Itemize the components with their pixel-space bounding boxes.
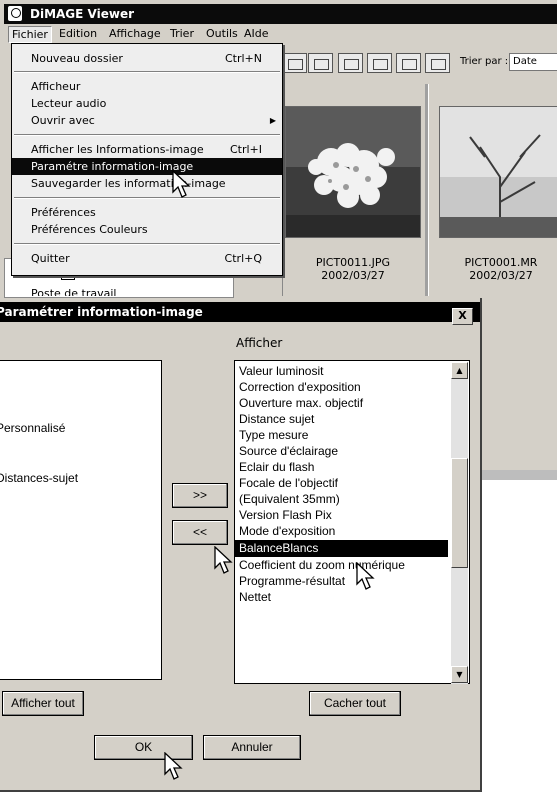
- list-item[interactable]: Personnalisé: [0, 419, 65, 437]
- menu-separator: [14, 134, 280, 136]
- list-scrollbar[interactable]: ▲ ▼: [451, 362, 468, 684]
- sort-label: Trier par :: [460, 56, 509, 67]
- app-icon: [8, 6, 22, 21]
- menu-item-shortcut: Ctrl+N: [224, 52, 262, 65]
- submenu-arrow-icon: ▶: [269, 116, 276, 125]
- menu-fichier[interactable]: Fichier: [8, 26, 52, 43]
- thumbnail-card[interactable]: PICT0001.MR 2002/03/27: [429, 84, 557, 296]
- list-item[interactable]: Programme-résultat: [239, 573, 345, 590]
- list-item[interactable]: Distance sujet: [239, 411, 314, 428]
- list-item[interactable]: Eclair du flash: [239, 459, 314, 476]
- hidden-items-list[interactable]: Personnalisé Distances-sujet: [0, 360, 162, 680]
- menu-item-label: Préférences Couleurs: [31, 223, 148, 236]
- app-title: DiMAGE Viewer: [30, 7, 134, 21]
- list-item[interactable]: (Equivalent 35mm): [239, 491, 340, 508]
- menu-item-label: Quitter: [31, 252, 70, 265]
- list-item[interactable]: Focale de l'objectif: [239, 475, 338, 492]
- list-item[interactable]: Type mesure: [239, 427, 308, 444]
- shown-items-list[interactable]: Valeur luminosit Correction d'exposition…: [234, 360, 470, 684]
- add-button[interactable]: >>: [172, 483, 228, 508]
- menu-item-label: Lecteur audio: [31, 97, 107, 110]
- hide-all-button[interactable]: Cacher tout: [309, 691, 401, 716]
- show-list-label: Afficher: [236, 336, 283, 350]
- show-all-button[interactable]: Afficher tout: [2, 691, 84, 716]
- menu-item-label: Ouvrir avec: [31, 114, 95, 127]
- menu-aide[interactable]: AIde: [241, 26, 272, 41]
- list-item[interactable]: Valeur luminosit: [239, 363, 323, 380]
- list-item[interactable]: Coefficient du zoom numérique: [239, 557, 405, 574]
- menu-item-nouveau-dossier[interactable]: Nouveau dossier Ctrl+N: [12, 50, 282, 67]
- scroll-down-icon[interactable]: ▼: [451, 666, 468, 683]
- image-info-settings-dialog: Paramétrer information-image X Afficher …: [0, 298, 482, 792]
- toolbar: Trier par : Date: [280, 50, 557, 76]
- menu-item-shortcut: Ctrl+I: [229, 143, 262, 156]
- menu-item-ouvrir-avec[interactable]: Ouvrir avec ▶: [12, 112, 282, 129]
- thumbnail-area: PICT0011.JPG 2002/03/27 PICT0001.MR 2002…: [282, 84, 557, 296]
- remove-button[interactable]: <<: [172, 520, 228, 545]
- menu-item-label: Afficheur: [31, 80, 81, 93]
- mouse-cursor-icon: [164, 752, 183, 780]
- details-view-button[interactable]: [396, 53, 421, 73]
- mouse-cursor-icon: [214, 546, 233, 574]
- menu-edition[interactable]: Edition: [56, 26, 100, 41]
- list-item[interactable]: Ouverture max. objectif: [239, 395, 363, 412]
- menu-item-shortcut: Ctrl+Q: [224, 252, 262, 265]
- menu-outils[interactable]: Outils: [203, 26, 241, 41]
- folder-poste-de-travail[interactable]: Poste de travail: [31, 287, 116, 296]
- tree-photo: [439, 106, 557, 238]
- menu-separator: [14, 197, 280, 199]
- menu-item-parametre-information[interactable]: Paramétre information-image: [12, 158, 282, 175]
- list-item[interactable]: Mode d'exposition: [239, 523, 335, 540]
- menu-item-label: Préférences: [31, 206, 96, 219]
- flower-photo: [285, 106, 421, 238]
- status-strip: [482, 470, 557, 480]
- scroll-thumb[interactable]: [451, 458, 468, 568]
- list-view-button[interactable]: [425, 53, 450, 73]
- thumbnail-card[interactable]: PICT0011.JPG 2002/03/27: [283, 84, 425, 296]
- thumbnail-large-button[interactable]: [338, 53, 363, 73]
- list-item[interactable]: Correction d'exposition: [239, 379, 361, 396]
- dialog-title: Paramétrer information-image: [0, 305, 203, 319]
- file-menu-dropdown: Nouveau dossier Ctrl+N Afficheur Lecteur…: [11, 43, 283, 276]
- menu-trier[interactable]: Trier: [167, 26, 197, 41]
- menu-separator: [14, 71, 280, 73]
- mouse-cursor-icon: [356, 562, 375, 590]
- thumbnail-filename: PICT0011.JPG: [315, 256, 391, 269]
- menu-item-label: Nouveau dossier: [31, 52, 123, 65]
- menu-item-preferences[interactable]: Préférences: [12, 204, 282, 221]
- list-item[interactable]: Source d'éclairage: [239, 443, 338, 460]
- menu-affichage[interactable]: Affichage: [106, 26, 164, 41]
- mouse-cursor-icon: [172, 170, 191, 198]
- list-item[interactable]: Distances-sujet: [0, 469, 78, 487]
- thumbnail-small-button[interactable]: [367, 53, 392, 73]
- menu-bar: Fichier Edition Affichage Trier Outils A…: [4, 24, 557, 43]
- menu-item-afficher-informations[interactable]: Afficher les Informations-image Ctrl+I: [12, 141, 282, 158]
- list-item[interactable]: Nettet: [239, 589, 271, 606]
- thumbnail-date: 2002/03/27: [321, 269, 385, 282]
- menu-item-label: Afficher les Informations-image: [31, 143, 204, 156]
- sort-select[interactable]: Date: [509, 53, 557, 71]
- pane-divider: [425, 84, 428, 296]
- menu-item-label: Paramétre information-image: [31, 160, 194, 173]
- menu-item-afficheur[interactable]: Afficheur: [12, 78, 282, 95]
- title-bar: DiMAGE Viewer: [4, 4, 557, 24]
- empty-area: [482, 296, 557, 480]
- menu-separator: [14, 243, 280, 245]
- menu-item-preferences-couleurs[interactable]: Préférences Couleurs: [12, 221, 282, 238]
- menu-item-sauvegarder-information[interactable]: Sauvegarder les information-image: [12, 175, 282, 192]
- camera-icon-button[interactable]: [308, 53, 333, 73]
- menu-item-lecteur-audio[interactable]: Lecteur audio: [12, 95, 282, 112]
- thumbnail-date: 2002/03/27: [469, 269, 533, 282]
- list-item[interactable]: Version Flash Pix: [239, 507, 332, 524]
- menu-item-quitter[interactable]: Quitter Ctrl+Q: [12, 250, 282, 267]
- menu-item-label: Sauvegarder les information-image: [31, 177, 226, 190]
- slideshow-button[interactable]: [282, 53, 307, 73]
- thumbnail-filename: PICT0001.MR: [464, 256, 538, 269]
- scroll-up-icon[interactable]: ▲: [451, 362, 468, 379]
- list-item-selected[interactable]: BalanceBlancs: [235, 540, 448, 557]
- cancel-button[interactable]: Annuler: [203, 735, 301, 760]
- close-button[interactable]: X: [452, 308, 473, 325]
- dialog-title-bar: Paramétrer information-image X: [0, 302, 480, 325]
